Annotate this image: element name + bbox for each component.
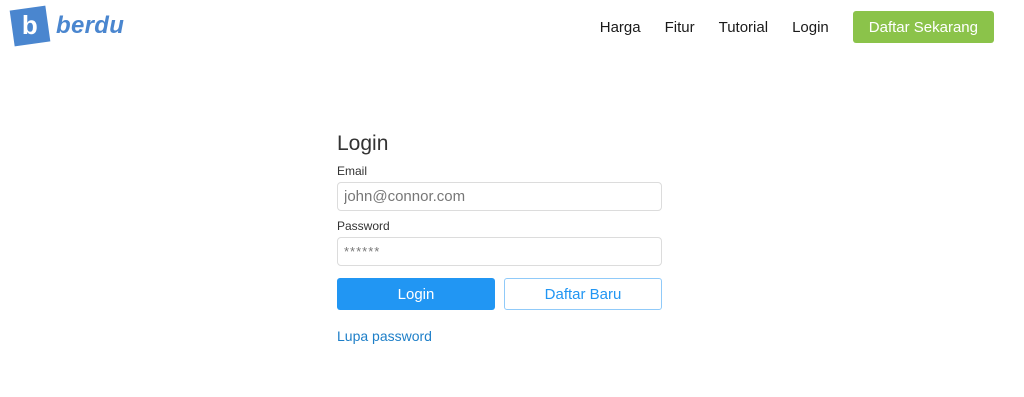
register-button[interactable]: Daftar Baru: [504, 278, 662, 310]
login-form: Login Email Password Login Daftar Baru L…: [337, 132, 662, 346]
main-nav: Harga Fitur Tutorial Login Daftar Sekara…: [600, 11, 994, 43]
nav-item-login[interactable]: Login: [792, 19, 829, 36]
forgot-password-link[interactable]: Lupa password: [337, 328, 432, 344]
brand-logo[interactable]: b berdu: [9, 5, 125, 47]
nav-item-harga[interactable]: Harga: [600, 19, 641, 36]
logo-mark-icon: b: [9, 5, 51, 47]
nav-item-fitur[interactable]: Fitur: [665, 19, 695, 36]
form-actions: Login Daftar Baru: [337, 278, 662, 310]
email-field[interactable]: [337, 182, 662, 211]
password-field[interactable]: [337, 237, 662, 266]
top-header: b berdu Harga Fitur Tutorial Login Dafta…: [0, 0, 1024, 56]
logo-letter: b: [21, 9, 38, 40]
login-button[interactable]: Login: [337, 278, 495, 310]
signup-now-button[interactable]: Daftar Sekarang: [852, 11, 994, 43]
brand-name: berdu: [56, 12, 125, 39]
form-title: Login: [337, 132, 389, 155]
nav-item-tutorial[interactable]: Tutorial: [719, 19, 768, 36]
password-label: Password: [337, 219, 390, 233]
email-label: Email: [337, 164, 368, 178]
